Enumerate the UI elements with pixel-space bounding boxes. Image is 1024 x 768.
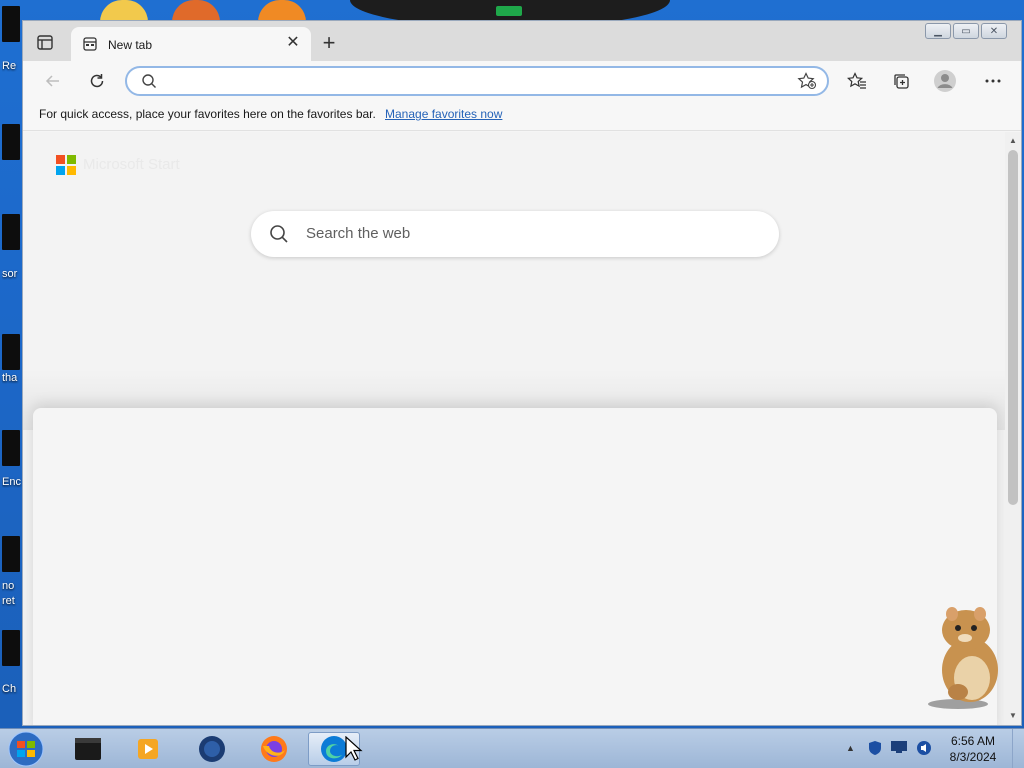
scroll-down-icon[interactable]: ▼	[1005, 709, 1021, 723]
manage-favorites-link[interactable]: Manage favorites now	[385, 107, 502, 121]
network-icon[interactable]	[890, 740, 908, 757]
show-desktop-button[interactable]	[1012, 729, 1024, 768]
more-options-icon[interactable]	[981, 69, 1005, 93]
minimize-button[interactable]: ▁	[925, 23, 951, 39]
desktop-icon[interactable]	[2, 6, 20, 42]
desktop-icon-label: Enc	[2, 476, 21, 488]
add-favorite-icon[interactable]	[797, 72, 817, 93]
system-tray: ▲	[840, 737, 940, 761]
tab-new-tab[interactable]: New tab ✕	[71, 27, 311, 61]
show-hidden-icons[interactable]: ▲	[846, 743, 855, 753]
web-search-box[interactable]: Search the web	[251, 211, 779, 257]
search-icon	[141, 73, 157, 92]
hamster-desktop-pet[interactable]	[918, 600, 1008, 710]
desktop-icons-column: Re sor tha Enc no ret Ch	[0, 0, 22, 728]
desktop-icon[interactable]	[2, 124, 20, 160]
cmd-icon[interactable]	[62, 732, 114, 766]
scroll-thumb[interactable]	[1008, 150, 1018, 505]
desktop-icon-label: no	[2, 580, 15, 592]
desktop-app-icon[interactable]	[172, 0, 220, 22]
firefox-icon[interactable]	[248, 732, 300, 766]
scroll-up-icon[interactable]: ▲	[1005, 134, 1021, 148]
desktop-icon-label: sor	[2, 268, 18, 280]
desktop-icon[interactable]	[2, 630, 20, 666]
close-tab-icon[interactable]: ✕	[283, 33, 303, 53]
desktop-icon[interactable]	[2, 334, 20, 370]
mouse-cursor-icon	[345, 735, 363, 765]
desktop-icon[interactable]	[2, 214, 20, 250]
desktop-icon[interactable]	[2, 430, 20, 466]
tab-actions-icon[interactable]	[35, 34, 55, 52]
speaker-icon[interactable]	[916, 740, 932, 759]
start-button[interactable]	[6, 730, 46, 768]
favorites-bar-message: For quick access, place your favorites h…	[39, 107, 376, 121]
maximize-button[interactable]: ▭	[953, 23, 979, 39]
desktop-folder-icon[interactable]	[100, 0, 148, 22]
desktop-icon-label: ret	[2, 595, 15, 607]
desktop-icon-label: Ch	[2, 683, 17, 695]
microsoft-logo-icon	[56, 155, 76, 175]
new-tab-button[interactable]: +	[317, 32, 341, 57]
window-controls: ▁ ▭ ✕	[925, 23, 1017, 41]
favorites-icon[interactable]	[845, 69, 869, 93]
title-bar: New tab ✕ + ▁ ▭ ✕	[23, 21, 1021, 61]
thunderbird-icon[interactable]	[186, 732, 238, 766]
new-tab-page-icon	[83, 37, 97, 51]
brand-wordmark: Microsoft Start	[83, 156, 180, 173]
shield-icon[interactable]	[868, 740, 882, 759]
refresh-button[interactable]	[85, 69, 109, 93]
desktop-app-icon[interactable]	[258, 0, 306, 22]
collections-icon[interactable]	[889, 69, 913, 93]
taskbar: ▲ 6:56 AM 8/3/2024	[0, 728, 1024, 768]
content-feed-panel	[33, 408, 997, 725]
desktop-icon[interactable]	[2, 536, 20, 572]
clock-date: 8/3/2024	[949, 750, 997, 764]
taskbar-clock[interactable]: 6:56 AM 8/3/2024	[940, 733, 1006, 765]
back-button[interactable]	[41, 69, 65, 93]
search-icon	[269, 224, 289, 247]
address-bar[interactable]	[125, 66, 829, 96]
close-window-button[interactable]: ✕	[981, 23, 1007, 39]
navigation-toolbar	[23, 61, 1021, 101]
favorites-bar: For quick access, place your favorites h…	[23, 101, 1021, 131]
desktop-icon-label: Re	[2, 60, 17, 72]
clock-time: 6:56 AM	[950, 734, 996, 748]
desktop-icon-label: tha	[2, 372, 18, 384]
address-input[interactable]	[163, 72, 763, 90]
tab-title: New tab	[108, 38, 153, 52]
search-placeholder: Search the web	[306, 225, 411, 242]
profile-avatar[interactable]	[933, 69, 957, 93]
media-player-icon[interactable]	[122, 732, 174, 766]
browser-window: New tab ✕ + ▁ ▭ ✕ For quick access, plac…	[22, 20, 1022, 726]
new-tab-page: Microsoft Start Search the web	[23, 132, 1005, 725]
